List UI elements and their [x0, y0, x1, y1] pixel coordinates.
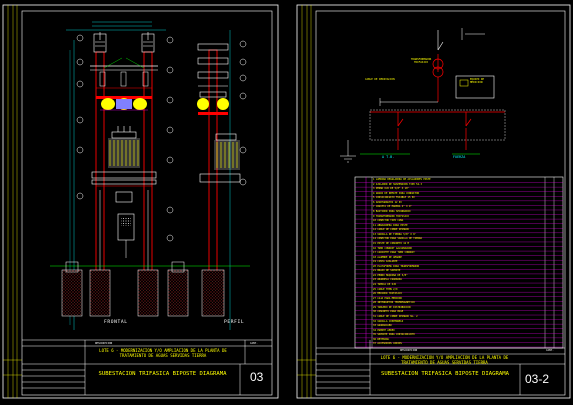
bom-header-desc: DESCRIPCION	[400, 349, 418, 352]
left-notes-header: DESCRIPCION	[95, 342, 113, 345]
front-view-structure	[50, 21, 190, 330]
side-transformer	[214, 133, 240, 170]
front-crossarm	[90, 57, 158, 71]
sheet-right-title-block	[316, 340, 565, 395]
side-top-insulators	[197, 43, 229, 98]
front-pole-top-insulators	[93, 32, 155, 53]
sheet-right-margin-strip	[297, 5, 316, 398]
side-view-label: PERFIL	[224, 320, 245, 325]
bom-row: 37 ACCESORIOS VARIOS	[373, 342, 402, 346]
left-project-text: LOTE 6 - MODERNIZACION Y/O AMPLIACION DE…	[99, 348, 227, 359]
right-sheet-number: 03-2	[525, 372, 550, 386]
left-notes-col2: CANT.	[250, 342, 258, 345]
side-insulators	[197, 98, 229, 115]
sheet-left-outer-frame	[2, 4, 279, 399]
right-project-text: LOTE 6 - MODERNIZACION Y/O AMPLIACION DE…	[380, 355, 509, 366]
load-label: FUERZA	[453, 155, 466, 159]
left-sheet-number: 03	[250, 370, 264, 384]
front-transformer	[108, 126, 140, 168]
atb-label: A T.B.	[382, 155, 395, 159]
cable-label: CABLE DE DERIVACION	[365, 78, 395, 81]
sheet-left-margin-strip	[3, 5, 22, 398]
side-callouts	[239, 40, 247, 186]
side-foundation	[201, 269, 225, 317]
front-foundations	[61, 261, 189, 317]
sheet-left	[2, 4, 279, 399]
front-platform	[91, 171, 157, 203]
front-meter-cabinet	[117, 213, 135, 258]
left-title-text: SUBESTACION TRIFASICA BIPOSTE DIAGRAMA	[98, 371, 227, 377]
meter-label: EQUIPO DE MEDICION	[470, 78, 485, 84]
single-line-diagram	[340, 28, 506, 163]
sheet-left-inner-frame	[21, 10, 273, 396]
front-insulator-cluster	[96, 96, 152, 111]
bom-header-qty: CANT.	[546, 349, 554, 352]
transformer-label: TRANSFORMADOR TRIFASICO	[410, 58, 432, 64]
right-title-text: SUBESTACION TRIFASICA BIPOSTE DIAGRAMA	[381, 371, 509, 377]
front-view-label: FRONTAL	[104, 320, 128, 325]
side-view-structure	[190, 30, 250, 330]
